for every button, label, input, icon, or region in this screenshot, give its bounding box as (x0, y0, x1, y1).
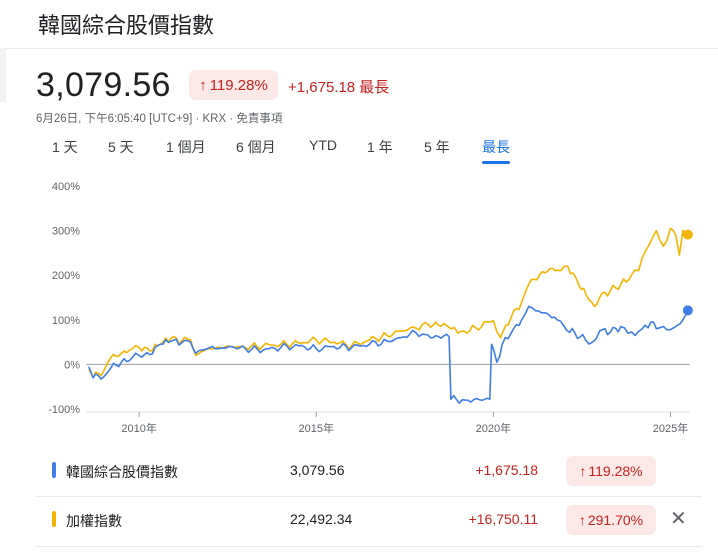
series-percent-badge: ↑ 119.28% (566, 456, 656, 486)
x-tick-label: 2025年 (653, 421, 688, 435)
tab-1-day[interactable]: 1 天 (52, 137, 78, 157)
kospi-end-point (682, 305, 693, 316)
arrow-up-icon: ↑ (199, 76, 207, 94)
taiex-series-line (88, 227, 689, 379)
tab-max[interactable]: 最長 (482, 137, 510, 164)
period-label: 最長 (359, 79, 390, 96)
series-color-swatch (52, 462, 56, 478)
absolute-change-value: +1,675.18 (288, 79, 356, 96)
remove-comparison-close-icon[interactable]: ✕ (670, 508, 687, 530)
tab-5-years[interactable]: 5 年 (424, 137, 450, 157)
percent-change-value: 119.28% (209, 76, 268, 94)
series-value: 3,079.56 (290, 462, 345, 478)
percent-change-badge: ↑ 119.28% (189, 70, 278, 100)
y-tick-label: 400% (52, 181, 80, 193)
series-percent-badge: ↑ 291.70% (566, 505, 656, 535)
tab-ytd[interactable]: YTD (309, 137, 337, 153)
y-tick-label: -100% (48, 404, 80, 416)
series-percent: 291.70% (587, 512, 644, 528)
series-change: +16,750.11 (468, 511, 538, 527)
header-divider (0, 48, 718, 49)
y-tick-label: 200% (52, 270, 80, 282)
legend-row-taiex[interactable]: 加權指數 22,492.34 +16,750.11 ↑ 291.70% ✕ (36, 497, 702, 545)
y-tick-label: 0% (64, 359, 80, 371)
current-price: 3,079.56 (36, 66, 171, 104)
page-title: 韓國綜合股價指數 (38, 13, 215, 38)
series-color-swatch (52, 511, 56, 527)
y-tick-label: 300% (52, 226, 80, 238)
tab-1-year[interactable]: 1 年 (367, 137, 393, 157)
tab-6-months[interactable]: 6 個月 (236, 137, 276, 157)
arrow-up-icon: ↑ (579, 463, 587, 479)
series-name: 韓國綜合股價指數 (66, 464, 178, 480)
kospi-series-line (88, 305, 689, 405)
series-change: +1,675.18 (475, 462, 538, 478)
series-name: 加權指數 (66, 513, 122, 529)
tab-5-days[interactable]: 5 天 (108, 137, 134, 157)
series-percent: 119.28% (588, 463, 643, 479)
x-tick-label: 2010年 (121, 421, 156, 435)
x-tick-label: 2015年 (299, 421, 334, 435)
legend-row-kospi[interactable]: 韓國綜合股價指數 3,079.56 +1,675.18 ↑ 119.28% (36, 448, 702, 496)
left-edge-bar (0, 48, 6, 102)
arrow-up-icon: ↑ (578, 512, 586, 528)
series-value: 22,492.34 (290, 511, 353, 527)
quote-meta[interactable]: 6月26日, 下午6:05:40 [UTC+9] · KRX · 免責事項 (36, 110, 282, 126)
y-tick-label: 100% (52, 315, 80, 327)
comparison-line-chart: 400% 300% 200% 100% 0% -100% 2010年 2015年 2020年 20… (48, 181, 693, 435)
taiex-end-point (682, 229, 693, 240)
legend-divider (36, 546, 702, 547)
tab-1-month[interactable]: 1 個月 (166, 137, 206, 157)
absolute-change: +1,675.18 最長 (288, 76, 389, 97)
x-tick-label: 2020年 (476, 421, 511, 435)
